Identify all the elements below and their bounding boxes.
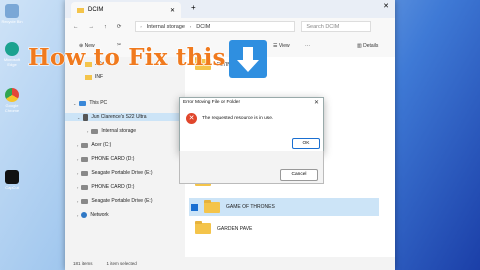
folder-icon bbox=[195, 221, 211, 234]
chevron-right-icon: › bbox=[77, 156, 79, 162]
desktop-icon-capcut[interactable]: CapCut bbox=[0, 170, 24, 190]
new-tab-icon[interactable]: + bbox=[191, 3, 196, 12]
sidebar-item-label: Seagate Portable Drive (E:) bbox=[91, 170, 153, 176]
dialog-message: The requested resource is in use. bbox=[202, 116, 274, 121]
sidebar-item-network[interactable]: › Network bbox=[77, 211, 109, 219]
close-icon[interactable]: ✕ bbox=[314, 99, 319, 106]
chevron-right-icon: › bbox=[189, 24, 192, 29]
error-dialog: Error Moving File or Folder ✕ ✕ The requ… bbox=[179, 97, 324, 153]
chevron-right-icon: › bbox=[140, 24, 142, 29]
list-item[interactable]: GARDEN PAVE bbox=[195, 221, 253, 234]
drive-icon bbox=[81, 142, 89, 148]
desktop-icon-edge[interactable]: Microsoft Edge bbox=[0, 42, 24, 67]
search-input[interactable]: Search DCIM bbox=[301, 21, 372, 32]
sidebar-item-this-pc[interactable]: ⌄ This PC bbox=[73, 99, 107, 107]
list-item-selected[interactable]: GAME OF THRONES bbox=[189, 198, 379, 216]
chevron-right-icon: › bbox=[77, 170, 79, 176]
selection-count: 1 item selected bbox=[106, 261, 137, 266]
close-tab-icon[interactable]: ✕ bbox=[170, 7, 175, 14]
desktop-icon-label: Google Chrome bbox=[4, 103, 20, 113]
sidebar-item-seagate-e[interactable]: › Seagate Portable Drive (E:) bbox=[77, 169, 152, 177]
sidebar-item-phone[interactable]: ⌄ Jun Clarence's S22 Ultra bbox=[65, 113, 185, 121]
title-bar: DCIM ✕ + ✕ bbox=[65, 0, 395, 18]
folder-icon bbox=[85, 74, 92, 80]
sidebar-item-label: INF bbox=[95, 74, 104, 80]
chevron-right-icon: › bbox=[87, 128, 89, 134]
breadcrumb-internal-storage[interactable]: Internal storage bbox=[147, 24, 185, 30]
search-placeholder: Search DCIM bbox=[306, 23, 340, 30]
breadcrumb[interactable]: › Internal storage › DCIM bbox=[135, 21, 296, 32]
capcut-icon bbox=[5, 170, 19, 184]
desktop-icon-label: CapCut bbox=[5, 185, 19, 190]
sidebar-item-label: PHONE CARD (D:) bbox=[91, 156, 135, 162]
file-name: GARDEN PAVE bbox=[217, 225, 253, 232]
sidebar-item-phone-card-d[interactable]: › PHONE CARD (D:) bbox=[77, 155, 134, 163]
details-label: Details bbox=[363, 43, 379, 49]
recycle-bin-icon bbox=[5, 4, 19, 18]
item-count: 181 items bbox=[73, 261, 93, 266]
address-bar: ← → ↑ ⟳ › Internal storage › DCIM Search… bbox=[65, 18, 395, 35]
details-button[interactable]: ▥ Details bbox=[357, 43, 378, 49]
sidebar-item-label: Seagate Portable Drive (E:) bbox=[91, 198, 153, 204]
sidebar-item-label: Jun Clarence's S22 Ultra bbox=[91, 114, 147, 120]
drive-icon bbox=[81, 170, 89, 176]
error-icon: ✕ bbox=[186, 113, 197, 124]
chrome-icon bbox=[5, 88, 19, 102]
desktop-icon-recycle-bin[interactable]: Recycle Bin bbox=[0, 4, 24, 24]
drive-icon bbox=[81, 156, 89, 162]
view-label: View bbox=[278, 43, 290, 49]
back-icon[interactable]: ← bbox=[73, 24, 79, 30]
up-icon[interactable]: ↑ bbox=[104, 24, 107, 30]
checkbox-checked-icon[interactable] bbox=[191, 203, 198, 211]
sidebar-item-phone-card-d-2[interactable]: › PHONE CARD (D:) bbox=[77, 183, 134, 191]
sidebar-item-internal-storage[interactable]: › Internal storage bbox=[87, 127, 136, 135]
desktop-icon-label: Microsoft Edge bbox=[3, 57, 21, 67]
view-button[interactable]: ☰ View bbox=[273, 43, 290, 49]
desktop-icon-label: Recycle Bin bbox=[1, 19, 23, 24]
navigation-pane: J. V. INF ⌄ This PC ⌄ Jun Clarence's S22… bbox=[65, 57, 185, 257]
drive-icon bbox=[81, 198, 89, 204]
folder-icon bbox=[77, 7, 84, 13]
file-name: GAME OF THRONES bbox=[226, 204, 275, 210]
tab-label: DCIM bbox=[88, 7, 104, 13]
sidebar-item-label: This PC bbox=[89, 100, 108, 106]
sidebar-item-label: Network bbox=[90, 212, 109, 218]
tab-dcim[interactable]: DCIM ✕ bbox=[71, 2, 181, 18]
refresh-icon[interactable]: ⟳ bbox=[117, 24, 122, 30]
sidebar-item-label: PHONE CARD (D:) bbox=[91, 184, 135, 190]
move-progress-dialog: Cancel bbox=[179, 151, 324, 184]
edge-icon bbox=[5, 42, 19, 56]
chevron-right-icon: › bbox=[77, 198, 79, 204]
chevron-down-icon: ⌄ bbox=[77, 114, 81, 120]
status-bar: 181 items 1 item selected bbox=[65, 257, 395, 270]
dialog-title: Error Moving File or Folder bbox=[183, 100, 241, 105]
sidebar-item-seagate-e-2[interactable]: › Seagate Portable Drive (E:) bbox=[77, 197, 152, 205]
chevron-right-icon: › bbox=[77, 184, 79, 190]
phone-icon bbox=[83, 113, 89, 121]
chevron-right-icon: › bbox=[77, 142, 79, 148]
close-window-icon[interactable]: ✕ bbox=[383, 2, 389, 10]
desktop-icon-chrome[interactable]: Google Chrome bbox=[0, 88, 24, 113]
folder-icon bbox=[204, 199, 220, 213]
computer-icon bbox=[79, 100, 87, 106]
down-arrow-icon bbox=[229, 40, 267, 78]
sidebar-item-label: Acer (C:) bbox=[91, 142, 112, 148]
sidebar-item-label: Internal storage bbox=[101, 128, 137, 134]
sidebar-item-inf[interactable]: INF bbox=[85, 73, 103, 81]
ok-button[interactable]: OK bbox=[292, 138, 320, 149]
more-icon[interactable]: ··· bbox=[305, 43, 310, 49]
chevron-down-icon: ⌄ bbox=[73, 100, 77, 106]
drive-icon bbox=[81, 184, 89, 190]
network-icon bbox=[81, 212, 88, 218]
cancel-button[interactable]: Cancel bbox=[280, 169, 318, 181]
video-headline: How to Fix this bbox=[27, 43, 226, 71]
drive-icon bbox=[91, 128, 99, 134]
sidebar-item-acer[interactable]: › Acer (C:) bbox=[77, 141, 111, 149]
breadcrumb-dcim[interactable]: DCIM bbox=[196, 24, 210, 30]
forward-icon[interactable]: → bbox=[89, 24, 95, 30]
chevron-right-icon: › bbox=[77, 212, 79, 218]
